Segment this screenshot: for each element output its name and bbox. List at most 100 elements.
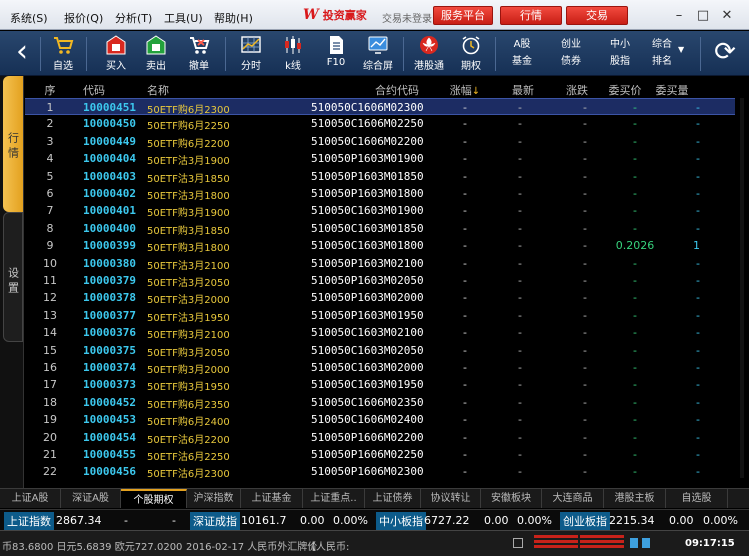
close-icon[interactable]: ✕ (719, 8, 735, 24)
table-row[interactable]: 8 10000400 50ETF购3月1850 510050C1603M01850 - -… (25, 220, 735, 237)
row-name: 50ETF购3月1950 (147, 382, 230, 394)
timeshare-button[interactable]: 分时 (233, 33, 269, 74)
options-label: 期权 (461, 61, 481, 72)
menu-help[interactable]: 帮助(H) (214, 10, 253, 26)
table-row[interactable]: 12 10000378 50ETF沽3月2000 510050P1603M02000 -… (25, 289, 735, 306)
composite-screen-button[interactable]: 综合屏 (360, 33, 396, 74)
watchlist-button[interactable]: 自选 (45, 33, 81, 74)
sell-button[interactable]: 卖出 (138, 33, 174, 74)
back-icon[interactable]: ‹ (8, 37, 36, 69)
dropdown-arrow-icon[interactable]: ▼ (678, 45, 684, 54)
menu-analysis[interactable]: 分析(T) (115, 10, 152, 26)
row-change-pct: - (463, 291, 467, 305)
table-row[interactable]: 15 10000375 50ETF购3月2050 510050C1603M02050 -… (25, 342, 735, 359)
service-platform-button[interactable]: 服务平台 (433, 6, 493, 25)
tab-index[interactable]: 沪深指数 (187, 489, 241, 508)
row-change: - (583, 326, 587, 340)
row-code: 10000454 (83, 430, 136, 444)
table-row[interactable]: 10 10000380 50ETF沽3月2100 510050P1603M02100 -… (25, 255, 735, 272)
row-name: 50ETF沽6月2300 (147, 469, 230, 481)
maximize-icon[interactable]: □ (695, 8, 711, 24)
cancel-order-button[interactable]: 撤单 (181, 33, 217, 74)
row-last: - (518, 101, 522, 114)
table-row[interactable]: 4 10000404 50ETF沽3月1900 510050P1603M01900 - -… (25, 150, 735, 167)
table-row[interactable]: 16 10000374 50ETF购3月2000 510050C1603M02000 -… (25, 359, 735, 376)
row-contract: 510050C1603M02000 (311, 361, 424, 374)
menu-tools[interactable]: 工具(U) (164, 10, 203, 26)
sme-index-label[interactable]: 中小板指 (376, 512, 426, 530)
buy-button[interactable]: 买入 (98, 33, 134, 74)
col-bid[interactable]: 委买价 (605, 82, 645, 98)
menu-quote[interactable]: 报价(Q) (64, 10, 103, 26)
table-row[interactable]: 20 10000454 50ETF沽6月2200 510050P1606M02200 -… (25, 429, 735, 446)
table-row[interactable]: 3 10000449 50ETF购6月2200 510050C1606M02200 - -… (25, 133, 735, 150)
gem-label: 创业 (561, 39, 581, 50)
col-change[interactable]: 涨跌 (559, 82, 595, 98)
market-button[interactable]: 行情 (500, 6, 562, 25)
table-row[interactable]: 18 10000452 50ETF购6月2350 510050C1606M02350 -… (25, 394, 735, 411)
vertical-scrollbar[interactable] (740, 98, 744, 478)
row-name: 50ETF购6月2200 (147, 138, 230, 150)
table-row[interactable]: 6 10000402 50ETF沽3月1800 510050P1603M01800 - -… (25, 185, 735, 202)
row-change-pct: - (463, 256, 467, 270)
table-row[interactable]: 11 10000379 50ETF沽3月2050 510050P1603M02050 -… (25, 272, 735, 289)
tab-sz-a[interactable]: 深证A股 (61, 489, 121, 508)
message-icon[interactable] (513, 538, 523, 548)
tab-agreement-transfer[interactable]: 协议转让 (421, 489, 481, 508)
tab-stock-options[interactable]: 个股期权 (121, 489, 187, 508)
trade-button[interactable]: 交易 (566, 6, 628, 25)
tab-market[interactable]: 行情 (3, 76, 23, 212)
row-contract: 510050P1603M01950 (311, 308, 424, 322)
row-bid: - (633, 134, 637, 148)
tab-sh-key[interactable]: 上证重点.. (303, 489, 365, 508)
col-contract[interactable]: 合约代码 (375, 82, 419, 98)
table-row[interactable]: 13 10000377 50ETF沽3月1950 510050P1603M01950 -… (25, 307, 735, 324)
sz-index-label[interactable]: 深证成指 (190, 512, 240, 530)
tab-sh-fund[interactable]: 上证基金 (241, 489, 303, 508)
refresh-icon[interactable]: ⟳ (708, 35, 742, 69)
kline-button[interactable]: k线 (275, 33, 311, 74)
col-change-pct[interactable]: 涨幅↓ (447, 82, 483, 98)
table-row[interactable]: 7 10000401 50ETF购3月1900 510050C1603M01900 - -… (25, 202, 735, 219)
table-row[interactable]: 19 10000453 50ETF购6月2400 510050C1606M02400 -… (25, 411, 735, 428)
a-share-fund-button[interactable]: A股 基金 (502, 36, 542, 70)
col-last[interactable]: 最新 (503, 82, 543, 98)
col-bid-volume[interactable]: 委买量 (653, 82, 691, 98)
minimize-icon[interactable]: – (671, 8, 687, 24)
row-change: - (583, 395, 587, 409)
tab-sh-a[interactable]: 上证A股 (0, 489, 61, 508)
col-seq[interactable]: 序 (35, 82, 65, 98)
tab-watchlist[interactable]: 自选股 (666, 489, 728, 508)
tab-settings[interactable]: 设置 (3, 212, 23, 342)
activity-bar (580, 540, 624, 543)
row-bid: - (633, 430, 637, 444)
row-last: - (518, 256, 522, 270)
sh-index-label[interactable]: 上证指数 (4, 512, 54, 530)
hk-connect-button[interactable]: 港股通 (411, 33, 447, 74)
table-row[interactable]: 5 10000403 50ETF沽3月1850 510050P1603M01850 - -… (25, 168, 735, 185)
table-row[interactable]: 21 10000455 50ETF沽6月2250 510050P1606M02250 -… (25, 446, 735, 463)
tab-sh-bond[interactable]: 上证债券 (365, 489, 421, 508)
divider (495, 37, 496, 71)
ranking-button[interactable]: 综合 排名 (646, 36, 678, 70)
options-button[interactable]: 期权 (453, 33, 489, 74)
tab-anhui[interactable]: 安徽板块 (481, 489, 542, 508)
menu-system[interactable]: 系统(S) (10, 10, 48, 26)
sme-index-button[interactable]: 中小 股指 (600, 36, 640, 70)
tab-dalian[interactable]: 大连商品 (542, 489, 604, 508)
row-last: - (518, 448, 522, 461)
tab-hk-main[interactable]: 港股主板 (604, 489, 666, 508)
table-row[interactable]: 2 10000450 50ETF购6月2250 510050C1606M02250 - -… (25, 115, 735, 132)
table-row[interactable]: 17 10000373 50ETF购3月1950 510050C1603M01950 -… (25, 376, 735, 393)
f10-button[interactable]: F10 (318, 33, 354, 74)
row-seq: 11 (43, 274, 57, 287)
table-row[interactable]: 1 10000451 50ETF购6月2300 510050C1606M02300 - -… (25, 98, 735, 116)
table-row[interactable]: 22 10000456 50ETF沽6月2300 510050P1606M02300 -… (25, 463, 735, 480)
gem-bond-button[interactable]: 创业 债券 (551, 36, 591, 70)
gem-index-label[interactable]: 创业板指 (560, 512, 610, 530)
col-name[interactable]: 名称 (147, 82, 169, 98)
col-code[interactable]: 代码 (83, 82, 105, 98)
table-row[interactable]: 9 10000399 50ETF购3月1800 510050C1603M01800 - -… (25, 237, 735, 254)
row-bid-volume: - (696, 291, 700, 305)
table-row[interactable]: 14 10000376 50ETF购3月2100 510050C1603M02100 -… (25, 324, 735, 341)
